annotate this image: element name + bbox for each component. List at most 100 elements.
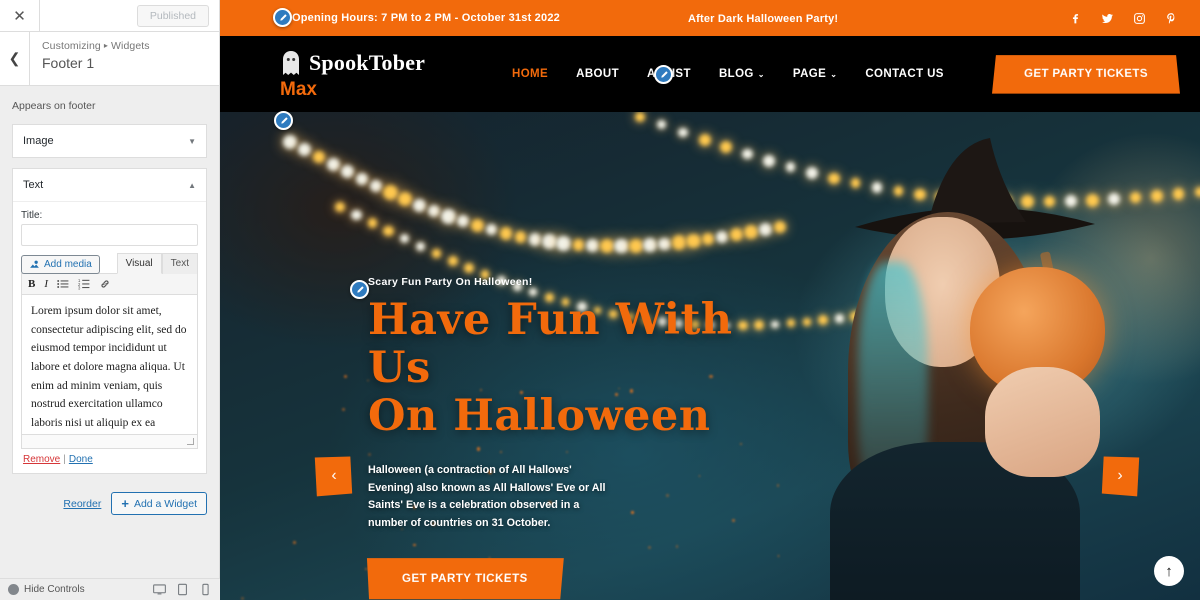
brand-name: SpookTober [309,52,425,74]
edit-shortcut-hero-icon[interactable] [274,111,293,130]
bulleted-list-icon[interactable] [57,278,69,290]
desktop-preview-icon[interactable] [153,583,166,596]
opening-hours: Opening Hours: 7 PM to 2 PM - October 31… [292,12,560,24]
editor-toolbar: B I 123 [21,273,198,295]
hero-tickets-button[interactable]: GET PARTY TICKETS [367,559,564,600]
editor-resize-handle[interactable] [21,435,198,449]
numbered-list-icon[interactable]: 123 [78,278,90,290]
panel-description: Appears on footer [12,86,207,124]
italic-icon[interactable]: I [44,278,48,290]
primary-nav: HOME ABOUT ARTIST BLOG⌄ PAGE⌄ CONTACT US [512,68,944,80]
chevron-down-icon: ⌄ [830,70,837,79]
brand[interactable]: SpookTober Max [280,50,460,99]
bold-icon[interactable]: B [28,278,35,290]
title-label: Title: [21,210,198,221]
widget-footer-actions: Reorder + Add a Widget [12,484,207,515]
hide-controls-button[interactable]: Hide Controls [8,584,85,595]
collapse-icon [8,584,19,595]
widget-text-header[interactable]: Text ▲ [13,169,206,201]
nav-item-blog[interactable]: BLOG ⌄ [719,68,765,80]
twitter-icon[interactable] [1101,12,1114,25]
widget-text-label: Text [23,179,43,191]
add-media-button[interactable]: Add media [21,255,100,274]
instagram-icon[interactable] [1133,12,1146,25]
carousel-next-button[interactable]: › [1102,457,1139,497]
publish-button[interactable]: Published [137,5,209,27]
chevron-left-icon[interactable]: ❮ [0,32,30,85]
widget-image-label: Image [23,135,54,147]
brand-subtitle: Max [280,80,460,99]
breadcrumb-separator-icon: ▸ [101,41,111,50]
brand-row: SpookTober [280,50,460,76]
wp-customizer-sidebar: ✕ Published ❮ Customizing ▸ Widgets Footer… [0,0,220,600]
plus-icon: + [121,497,129,510]
site-topbar: Opening Hours: 7 PM to 2 PM - October 31… [220,0,1200,36]
editor-content[interactable]: Lorem ipsum dolor sit amet, consectetur … [21,295,198,435]
widget-actions: Remove | Done [21,449,198,467]
hero-title-line1: Have Fun With Us [368,296,768,392]
customizer-body: Appears on footer Image ▼ Text ▲ Title: [0,86,219,515]
opening-hours-text: Opening Hours: 7 PM to 2 PM - October 31… [292,12,560,24]
link-icon[interactable] [99,278,111,290]
hero-title-line2: On Halloween [368,392,768,440]
hero-paragraph: Halloween (a contraction of All Hallows'… [368,462,608,532]
tab-text[interactable]: Text [162,253,198,274]
page-title: Footer 1 [42,55,150,71]
customizer-topbar: ✕ Published [0,0,219,32]
nav-item-blog-label: BLOG [719,68,754,80]
scroll-to-top-button[interactable]: ↑ [1154,556,1184,586]
pinterest-icon[interactable] [1165,12,1178,25]
svg-text:3: 3 [78,285,81,290]
promo-text: After Dark Halloween Party! [688,13,838,25]
breadcrumb-root[interactable]: Customizing [42,40,101,52]
social-links [1069,12,1178,25]
panel-titles: Customizing ▸ Widgets Footer 1 [30,32,150,85]
mobile-preview-icon[interactable] [199,583,212,596]
action-separator: | [60,454,69,465]
nav-item-page[interactable]: PAGE ⌄ [793,68,837,80]
hero-section: Scary Fun Party On Halloween! Have Fun W… [220,112,1200,600]
editor-bar: Add media Visual Text [21,253,198,274]
widget-text: Text ▲ Title: Add media Visual Text B I … [12,168,207,474]
media-icon [29,259,40,270]
chevron-up-icon: ▲ [188,181,196,190]
tab-visual[interactable]: Visual [117,253,162,274]
nav-item-home[interactable]: HOME [512,68,548,80]
header-tickets-button[interactable]: GET PARTY TICKETS [992,55,1180,93]
customizer-panel-header: ❮ Customizing ▸ Widgets Footer 1 [0,32,219,86]
nav-item-page-label: PAGE [793,68,826,80]
promo-message: After Dark Halloween Party! [688,9,838,27]
device-preview-group [153,583,212,596]
chevron-down-icon: ⌄ [758,70,765,79]
add-widget-label: Add a Widget [134,498,197,510]
hero-eyebrow: Scary Fun Party On Halloween! [368,276,533,288]
remove-link[interactable]: Remove [23,454,60,465]
customizer-screen: ✕ Published ❮ Customizing ▸ Widgets Footer… [0,0,1200,600]
facebook-icon[interactable] [1069,12,1082,25]
add-widget-button[interactable]: + Add a Widget [111,492,207,515]
reorder-link[interactable]: Reorder [63,498,101,510]
widget-text-body: Title: Add media Visual Text B I 1 2 3 L… [13,201,206,473]
nav-item-contact-us[interactable]: CONTACT US [865,68,944,80]
nav-item-home-label: HOME [512,68,548,80]
ghost-icon [280,50,302,76]
carousel-prev-button[interactable]: ‹ [315,457,352,497]
chevron-down-icon: ▼ [188,137,196,146]
edit-shortcut-topbar-icon[interactable] [273,8,292,27]
close-icon[interactable]: ✕ [0,0,40,31]
hero-title: Have Fun With Us On Halloween [368,296,768,440]
theme-preview: Opening Hours: 7 PM to 2 PM - October 31… [220,0,1200,600]
breadcrumb: Customizing ▸ Widgets [42,40,150,52]
nav-item-about[interactable]: ABOUT [576,68,619,80]
nav-item-contact-us-label: CONTACT US [865,68,944,80]
edit-shortcut-hero-text-icon[interactable] [350,280,369,299]
title-input[interactable] [21,224,198,246]
breadcrumb-section[interactable]: Widgets [111,40,150,52]
edit-shortcut-nav-icon[interactable] [654,65,673,84]
widget-image-header[interactable]: Image ▼ [13,125,206,157]
tablet-preview-icon[interactable] [176,583,189,596]
widget-image: Image ▼ [12,124,207,158]
hero-content: Scary Fun Party On Halloween! Have Fun W… [368,272,768,600]
done-link[interactable]: Done [69,454,93,465]
editor-tabs: Visual Text [117,253,198,274]
